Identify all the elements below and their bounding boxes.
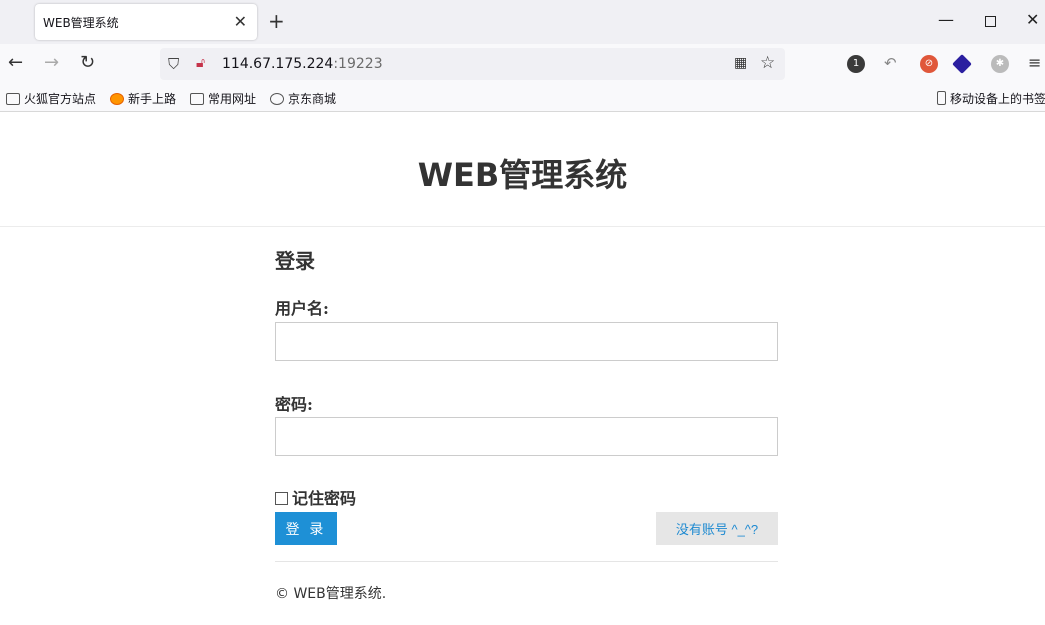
bookmark-label: 火狐官方站点 xyxy=(24,92,97,106)
url-text[interactable]: 114.67.175.224:19223 xyxy=(222,56,383,72)
undo-extension-icon[interactable]: ↶ xyxy=(884,53,897,73)
folder-icon xyxy=(190,93,204,105)
bookmarks-bar: 火狐官方站点 新手上路 常用网址 京东商城 移动设备上的书签 xyxy=(0,84,1045,112)
shield-icon[interactable]: ⛉ xyxy=(168,55,179,73)
mobile-device-icon xyxy=(937,91,946,105)
divider xyxy=(275,561,778,562)
close-window-icon[interactable]: ✕ xyxy=(1026,10,1039,29)
adblock-extension-icon[interactable]: ⊘ xyxy=(920,55,938,73)
site-title: WEB管理系统 xyxy=(417,156,628,194)
browser-tab[interactable]: WEB管理系统 ✕ xyxy=(35,4,257,40)
bookmark-label: 新手上路 xyxy=(128,92,177,106)
reload-icon[interactable]: ↻ xyxy=(80,53,95,73)
remember-checkbox[interactable] xyxy=(275,492,288,505)
bookmark-label: 京东商城 xyxy=(288,92,337,106)
layers-extension-icon[interactable] xyxy=(952,54,972,74)
navigation-bar: ← → ↻ ⛉ 🔓︎ 114.67.175.224:19223 ▦ ☆ 1 ↶ … xyxy=(0,44,1045,84)
username-input[interactable] xyxy=(275,322,778,361)
settings-extension-icon[interactable]: ✱ xyxy=(991,55,1009,73)
bookmark-star-icon[interactable]: ☆ xyxy=(760,53,775,73)
bookmark-item[interactable]: 京东商城 xyxy=(270,90,336,107)
minimize-icon[interactable]: — xyxy=(938,10,954,29)
mobile-bookmarks-label: 移动设备上的书签 xyxy=(950,92,1045,106)
globe-icon xyxy=(270,93,284,105)
page-header: WEB管理系统 xyxy=(0,112,1045,227)
qr-code-icon[interactable]: ▦ xyxy=(734,55,747,71)
bookmark-label: 常用网址 xyxy=(208,92,257,106)
maximize-icon[interactable] xyxy=(985,12,996,31)
folder-icon xyxy=(6,93,20,105)
password-label: 密码: xyxy=(275,395,313,414)
mobile-bookmarks[interactable]: 移动设备上的书签 xyxy=(937,90,1045,107)
firefox-icon xyxy=(110,93,124,105)
login-button[interactable]: 登 录 xyxy=(275,512,337,545)
remember-label: 记住密码 xyxy=(292,489,357,508)
password-input[interactable] xyxy=(275,417,778,456)
url-bar[interactable]: ⛉ 🔓︎ 114.67.175.224:19223 ▦ ☆ xyxy=(160,48,785,80)
form-heading: 登录 xyxy=(275,249,315,273)
remember-password[interactable]: 记住密码 xyxy=(275,485,356,509)
back-icon[interactable]: ← xyxy=(8,53,23,73)
tab-bar: WEB管理系统 ✕ + — ✕ xyxy=(0,0,1045,44)
forward-icon[interactable]: → xyxy=(44,53,59,73)
extension-badge-icon[interactable]: 1 xyxy=(847,55,865,73)
close-tab-icon[interactable]: ✕ xyxy=(234,12,247,31)
bookmark-item[interactable]: 火狐官方站点 xyxy=(6,90,96,107)
url-host: 114.67.175.224 xyxy=(222,56,334,72)
insecure-lock-icon[interactable]: 🔓︎ xyxy=(196,55,205,71)
tab-title: WEB管理系统 xyxy=(43,16,119,30)
url-port: :19223 xyxy=(333,56,383,72)
menu-icon[interactable]: ≡ xyxy=(1028,53,1041,73)
signup-link-button[interactable]: 没有账号 ^_^? xyxy=(656,512,778,545)
footer-copyright: © WEB管理系统. xyxy=(275,586,387,602)
username-label: 用户名: xyxy=(275,299,329,318)
login-form: 登录 用户名: 密码: 记住密码 登 录 没有账号 ^_^? © WEB管理系统… xyxy=(275,245,778,602)
bookmark-item[interactable]: 新手上路 xyxy=(110,90,176,107)
bookmark-item[interactable]: 常用网址 xyxy=(190,90,256,107)
new-tab-icon[interactable]: + xyxy=(268,9,285,33)
